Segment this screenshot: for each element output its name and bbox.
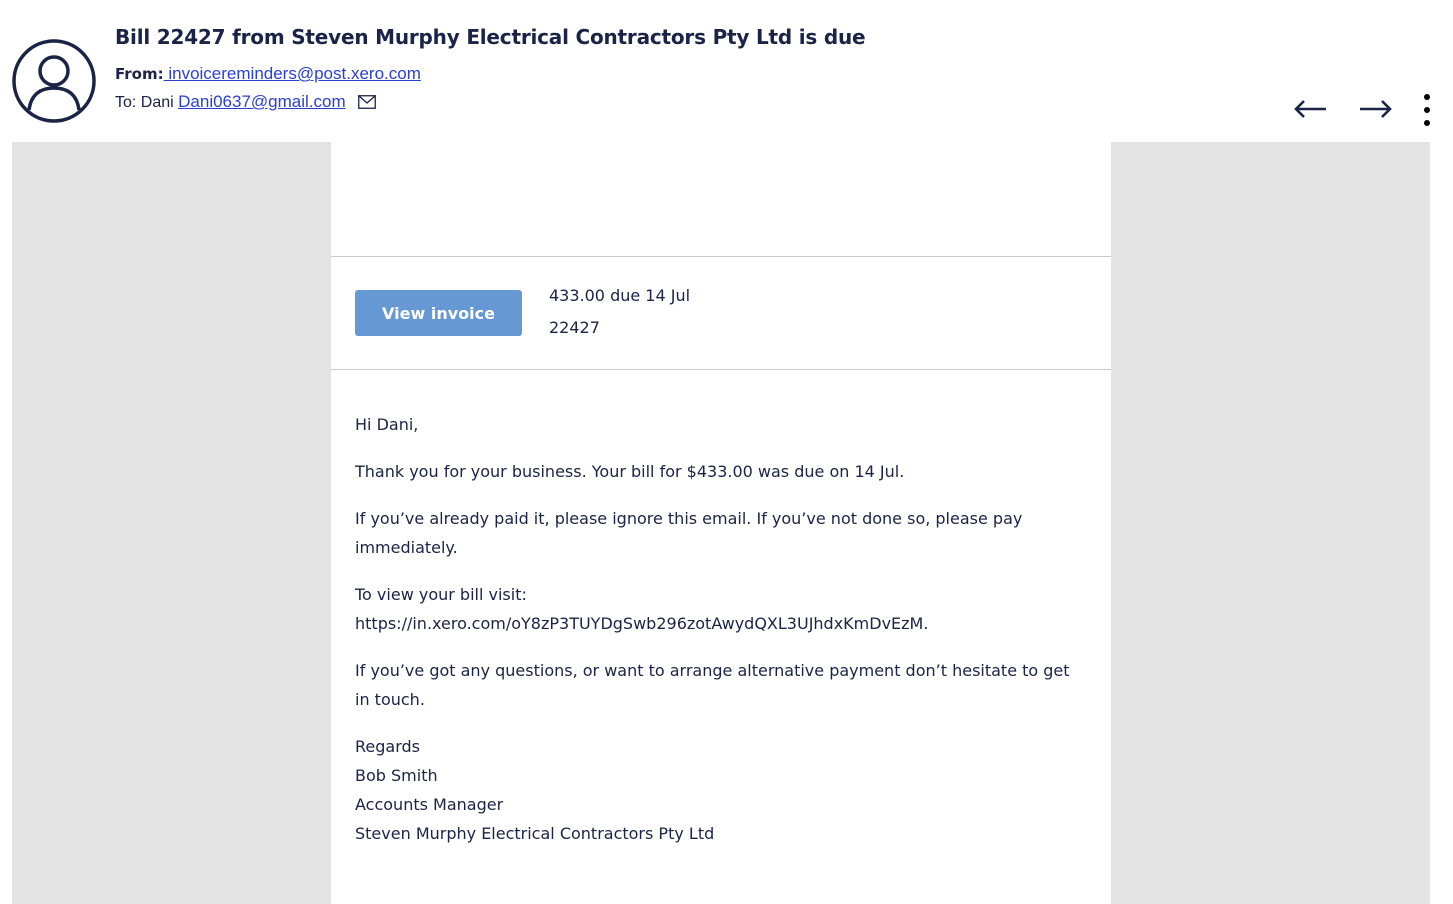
email-subject: Bill 22427 from Steven Murphy Electrical… bbox=[115, 25, 866, 49]
bill-url[interactable]: https://in.xero.com/oY8zP3TUYDgSwb296zot… bbox=[355, 614, 928, 633]
email-body-card: View invoice 433.00 due 14 Jul 22427 Hi … bbox=[331, 142, 1111, 904]
from-line: From: invoicereminders@post.xero.com bbox=[115, 64, 421, 84]
message-paragraph: If you’ve already paid it, please ignore… bbox=[355, 509, 1023, 557]
view-bill-label: To view your bill visit: bbox=[355, 585, 527, 604]
signature-company: Steven Murphy Electrical Contractors Pty… bbox=[355, 824, 715, 843]
message-paragraph: If you’ve got any questions, or want to … bbox=[355, 661, 1070, 709]
divider bbox=[331, 256, 1111, 257]
to-label: To: Dani bbox=[115, 94, 179, 111]
amount-due: 433.00 due 14 Jul bbox=[549, 286, 691, 305]
envelope-icon[interactable] bbox=[358, 94, 377, 109]
signature-regards: Regards bbox=[355, 737, 420, 756]
arrow-right-icon[interactable] bbox=[1356, 92, 1396, 126]
avatar-user-icon[interactable] bbox=[11, 38, 97, 124]
view-invoice-button[interactable]: View invoice bbox=[355, 290, 522, 336]
from-label: From: bbox=[115, 65, 164, 83]
more-vertical-icon[interactable] bbox=[1417, 92, 1437, 128]
view-bill-paragraph: To view your bill visit: https://in.xero… bbox=[355, 580, 1075, 638]
arrow-left-icon[interactable] bbox=[1290, 92, 1330, 126]
signature-title: Accounts Manager bbox=[355, 795, 504, 814]
to-address-link[interactable]: Dani0637@gmail.com bbox=[178, 92, 346, 111]
greeting: Hi Dani, bbox=[355, 415, 419, 434]
message-body: Hi Dani, Thank you for your business. Yo… bbox=[355, 410, 1075, 848]
signature-name: Bob Smith bbox=[355, 766, 438, 785]
invoice-number: 22427 bbox=[549, 318, 600, 337]
message-paragraph: Thank you for your business. Your bill f… bbox=[355, 462, 905, 481]
divider bbox=[331, 369, 1111, 370]
to-line: To: Dani Dani0637@gmail.com bbox=[115, 92, 377, 112]
from-address-link[interactable]: invoicereminders@post.xero.com bbox=[164, 64, 421, 83]
email-header: Bill 22427 from Steven Murphy Electrical… bbox=[0, 0, 1453, 142]
